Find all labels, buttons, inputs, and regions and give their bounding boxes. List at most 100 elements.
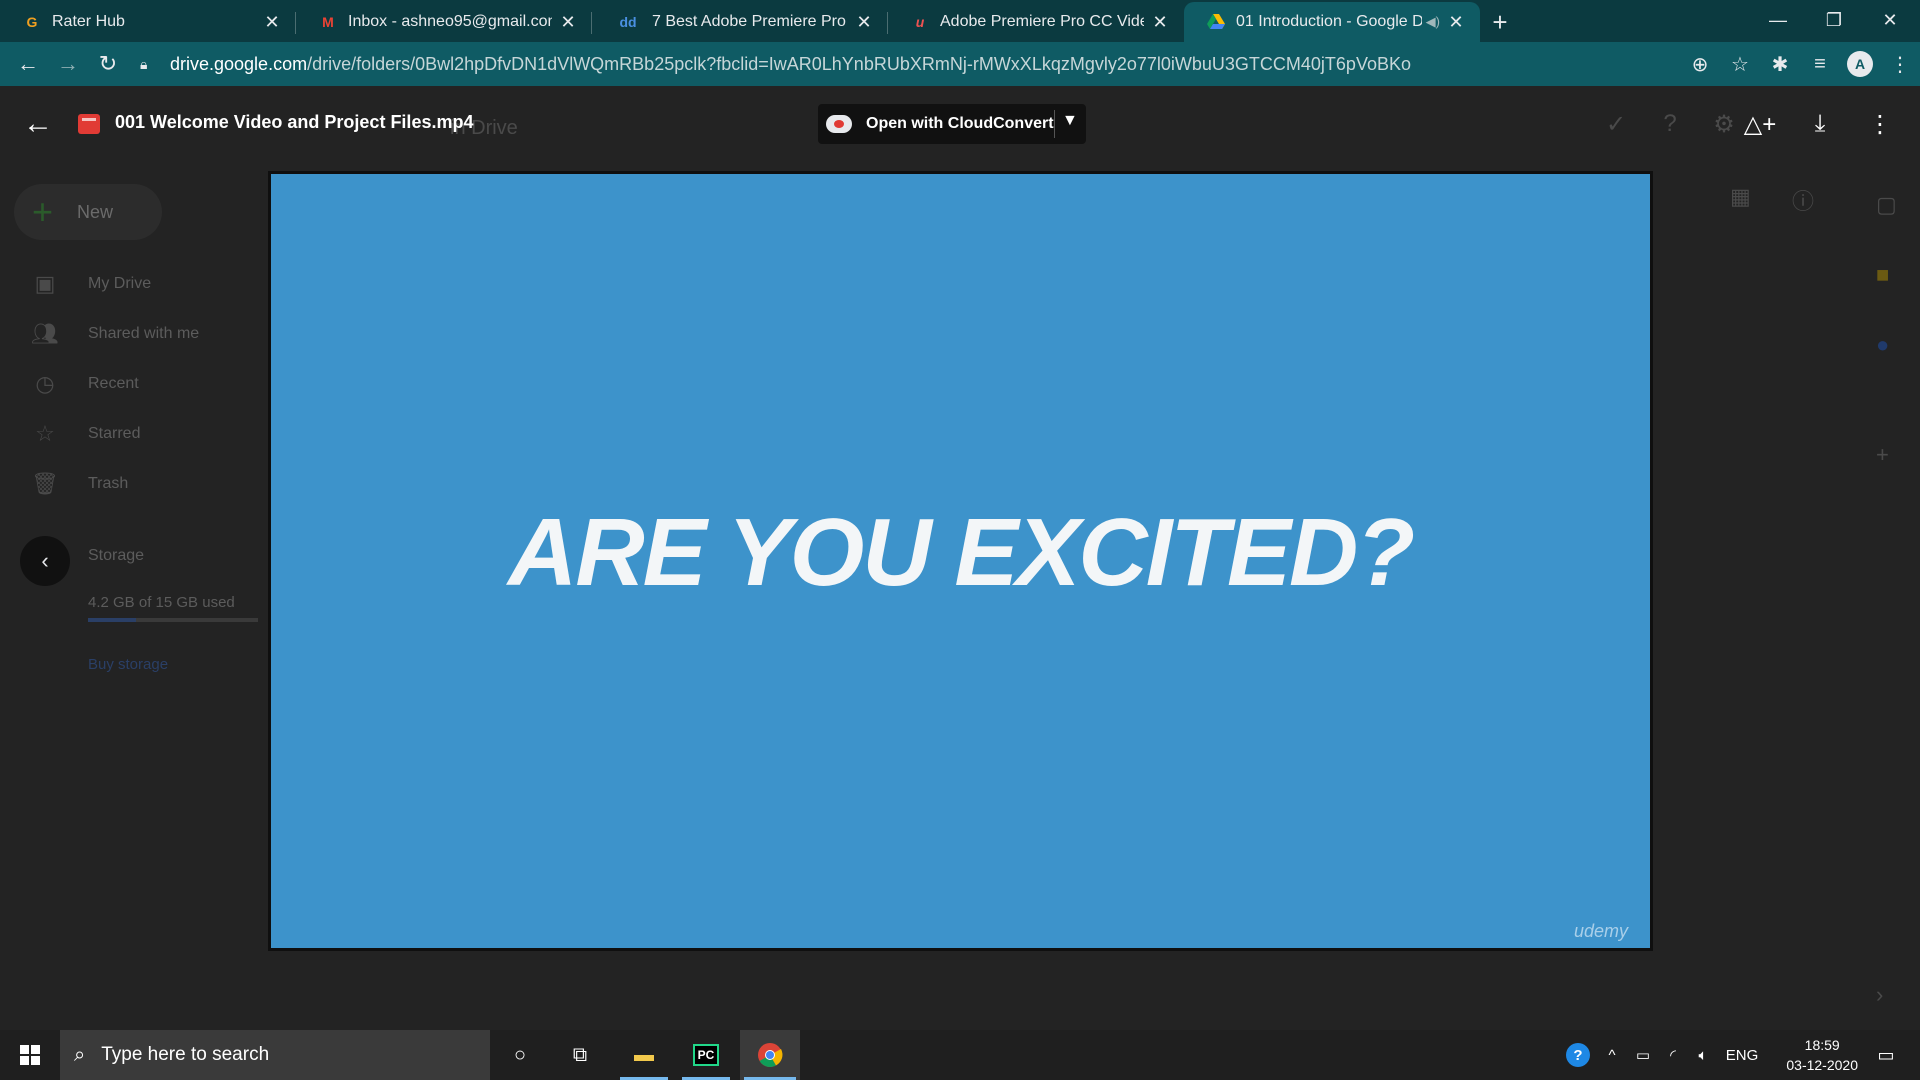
drive-icon: ▣ bbox=[34, 271, 56, 296]
storage-progress-bar bbox=[88, 618, 258, 622]
language-indicator[interactable]: ENG bbox=[1722, 1030, 1762, 1080]
help-tray-icon[interactable]: ? bbox=[1560, 1030, 1596, 1080]
speaker-icon[interactable]: ◀) bbox=[1426, 14, 1440, 30]
chrome-logo-icon bbox=[758, 1043, 783, 1068]
trash-icon: 🗑︎ bbox=[31, 471, 59, 496]
tab-title: Adobe Premiere Pro CC Video Ed bbox=[940, 13, 1144, 30]
pycharm-icon[interactable]: PC bbox=[678, 1030, 734, 1080]
buy-storage-link[interactable]: Buy storage bbox=[88, 644, 168, 684]
add-to-drive-icon[interactable]: △+ bbox=[1740, 104, 1780, 144]
tab-title: 7 Best Adobe Premiere Pro Class bbox=[652, 13, 848, 30]
star-icon[interactable]: ☆ bbox=[1720, 44, 1760, 84]
close-icon[interactable]: ✕ bbox=[1446, 12, 1466, 33]
windows-start-button[interactable] bbox=[0, 1030, 60, 1080]
sidebar-item-label: Shared with me bbox=[88, 325, 200, 342]
sidebar-item-starred[interactable]: ☆ Starred bbox=[30, 414, 140, 454]
sidebar-item-my-drive[interactable]: ▣ My Drive bbox=[30, 264, 152, 304]
collapse-sidebar-button[interactable]: ‹ bbox=[20, 536, 70, 586]
tab-udemy-course[interactable]: u Adobe Premiere Pro CC Video Ed ✕ bbox=[888, 2, 1184, 42]
back-arrow-icon[interactable]: ← bbox=[20, 106, 56, 142]
battery-icon[interactable]: ▭ bbox=[1628, 1030, 1658, 1080]
url-domain: drive.google.com bbox=[170, 53, 308, 74]
download-icon[interactable]: ⤓ bbox=[1800, 104, 1840, 144]
address-bar[interactable]: 🔒︎ drive.google.com/drive/folders/0Bwl2h… bbox=[140, 48, 1700, 80]
extensions-icon[interactable]: ✱ bbox=[1760, 44, 1800, 84]
storage-label: Storage bbox=[88, 547, 145, 564]
media-control-icon[interactable]: ≡ bbox=[1800, 44, 1840, 84]
clock-date: 03-12-2020 bbox=[1786, 1057, 1858, 1073]
tab-premiere-classes[interactable]: dd 7 Best Adobe Premiere Pro Class ✕ bbox=[592, 2, 888, 42]
sidebar-item-label: My Drive bbox=[88, 275, 152, 292]
volume-icon[interactable]: 🔈︎ bbox=[1688, 1030, 1718, 1080]
clock-time: 18:59 bbox=[1804, 1037, 1840, 1053]
sidebar-item-label: Starred bbox=[88, 425, 141, 442]
notifications-icon[interactable]: ▭ bbox=[1866, 1030, 1906, 1080]
gear-icon: ⚙ bbox=[1713, 110, 1735, 138]
chevron-down-icon[interactable]: ▼ bbox=[1062, 112, 1078, 130]
tab-google-drive[interactable]: 01 Introduction - Google Dri ◀) ✕ bbox=[1184, 2, 1480, 42]
lock-icon: 🔒︎ bbox=[140, 55, 148, 72]
dd-icon: dd bbox=[619, 14, 637, 30]
reload-icon[interactable]: ↻ bbox=[88, 44, 128, 84]
new-button[interactable]: + New bbox=[14, 184, 162, 240]
tab-title: 01 Introduction - Google Dri bbox=[1236, 13, 1422, 30]
task-view-icon[interactable]: ⧉ bbox=[552, 1030, 608, 1080]
tab-rater-hub[interactable]: G Rater Hub ✕ bbox=[0, 2, 296, 42]
sidebar-item-label: Trash bbox=[88, 475, 129, 492]
chrome-taskbar-icon[interactable] bbox=[740, 1030, 800, 1080]
sidebar-item-recent[interactable]: ◷ Recent bbox=[30, 364, 139, 404]
sidebar-item-trash[interactable]: 🗑︎ Trash bbox=[30, 464, 128, 504]
cortana-icon[interactable]: ○ bbox=[492, 1030, 548, 1080]
rater-hub-icon: G bbox=[26, 14, 38, 30]
video-frame-text: ARE YOU EXCITED? bbox=[507, 499, 1415, 606]
help-icon: ? bbox=[1663, 110, 1677, 137]
profile-avatar[interactable]: A bbox=[1840, 44, 1880, 84]
close-icon[interactable]: ✕ bbox=[1150, 12, 1170, 33]
close-icon[interactable]: ✕ bbox=[854, 12, 874, 33]
forward-arrow-icon[interactable]: → bbox=[48, 44, 88, 84]
restore-icon[interactable]: ❐ bbox=[1806, 0, 1862, 40]
video-file-icon bbox=[78, 114, 100, 134]
close-icon[interactable]: ✕ bbox=[262, 12, 282, 33]
info-icon[interactable]: ⓘ bbox=[1792, 184, 1814, 216]
minimize-icon[interactable]: — bbox=[1750, 0, 1806, 40]
tab-gmail[interactable]: M Inbox - ashneo95@gmail.com - G ✕ bbox=[296, 2, 592, 42]
storage-progress-fill bbox=[88, 618, 136, 622]
people-icon: 👥︎ bbox=[31, 321, 59, 346]
show-hidden-icons[interactable]: ^ bbox=[1598, 1030, 1626, 1080]
system-clock[interactable]: 18:59 03-12-2020 bbox=[1786, 1035, 1858, 1075]
close-icon[interactable]: ✕ bbox=[558, 12, 578, 33]
expand-panel-icon[interactable]: › bbox=[1876, 982, 1883, 1008]
toolbar-actions: ⊕ ☆ ✱ ≡ A ⋮ bbox=[1680, 42, 1920, 86]
install-icon[interactable]: ⊕ bbox=[1680, 44, 1720, 84]
gmail-icon: M bbox=[322, 14, 334, 30]
open-with-button[interactable]: Open with CloudConvert ▼ bbox=[818, 104, 1086, 144]
preview-header: ← 001 Welcome Video and Project Files.mp… bbox=[0, 86, 1920, 162]
video-player[interactable]: ARE YOU EXCITED? udemy bbox=[268, 171, 1653, 951]
close-window-icon[interactable]: ✕ bbox=[1862, 0, 1918, 40]
browser-toolbar: ← → ↻ 🔒︎ drive.google.com/drive/folders/… bbox=[0, 42, 1920, 86]
tasks-icon[interactable]: ● bbox=[1876, 332, 1889, 358]
tab-strip: G Rater Hub ✕ M Inbox - ashneo95@gmail.c… bbox=[0, 0, 1920, 42]
wifi-icon[interactable]: ◜ bbox=[1658, 1030, 1688, 1080]
chrome-menu-icon[interactable]: ⋮ bbox=[1880, 44, 1920, 84]
back-arrow-icon[interactable]: ← bbox=[8, 44, 48, 84]
google-drive-icon bbox=[1206, 12, 1226, 32]
url-path: /drive/folders/0Bwl2hpDfvDN1dVlWQmRBb25p… bbox=[307, 53, 1411, 74]
tab-title: Rater Hub bbox=[52, 13, 125, 30]
more-options-icon[interactable]: ⋮ bbox=[1860, 104, 1900, 144]
divider bbox=[1054, 110, 1055, 138]
sidebar-item-label: Recent bbox=[88, 375, 139, 392]
calendar-icon[interactable]: ▢ bbox=[1876, 192, 1897, 218]
taskbar-search-box[interactable]: ⌕ Type here to search bbox=[60, 1030, 490, 1080]
grid-view-icon[interactable]: ▦ bbox=[1730, 184, 1751, 210]
add-addon-icon[interactable]: + bbox=[1876, 442, 1889, 468]
new-tab-button[interactable]: + bbox=[1480, 2, 1520, 42]
udemy-icon: u bbox=[915, 14, 925, 30]
avatar: A bbox=[1847, 51, 1873, 77]
windows-logo-icon bbox=[20, 1045, 40, 1065]
sidebar-item-shared[interactable]: 👥︎ Shared with me bbox=[30, 314, 199, 354]
file-explorer-icon[interactable]: ▬ bbox=[616, 1030, 672, 1080]
keep-icon[interactable]: ■ bbox=[1876, 262, 1889, 288]
star-icon: ☆ bbox=[35, 421, 55, 446]
